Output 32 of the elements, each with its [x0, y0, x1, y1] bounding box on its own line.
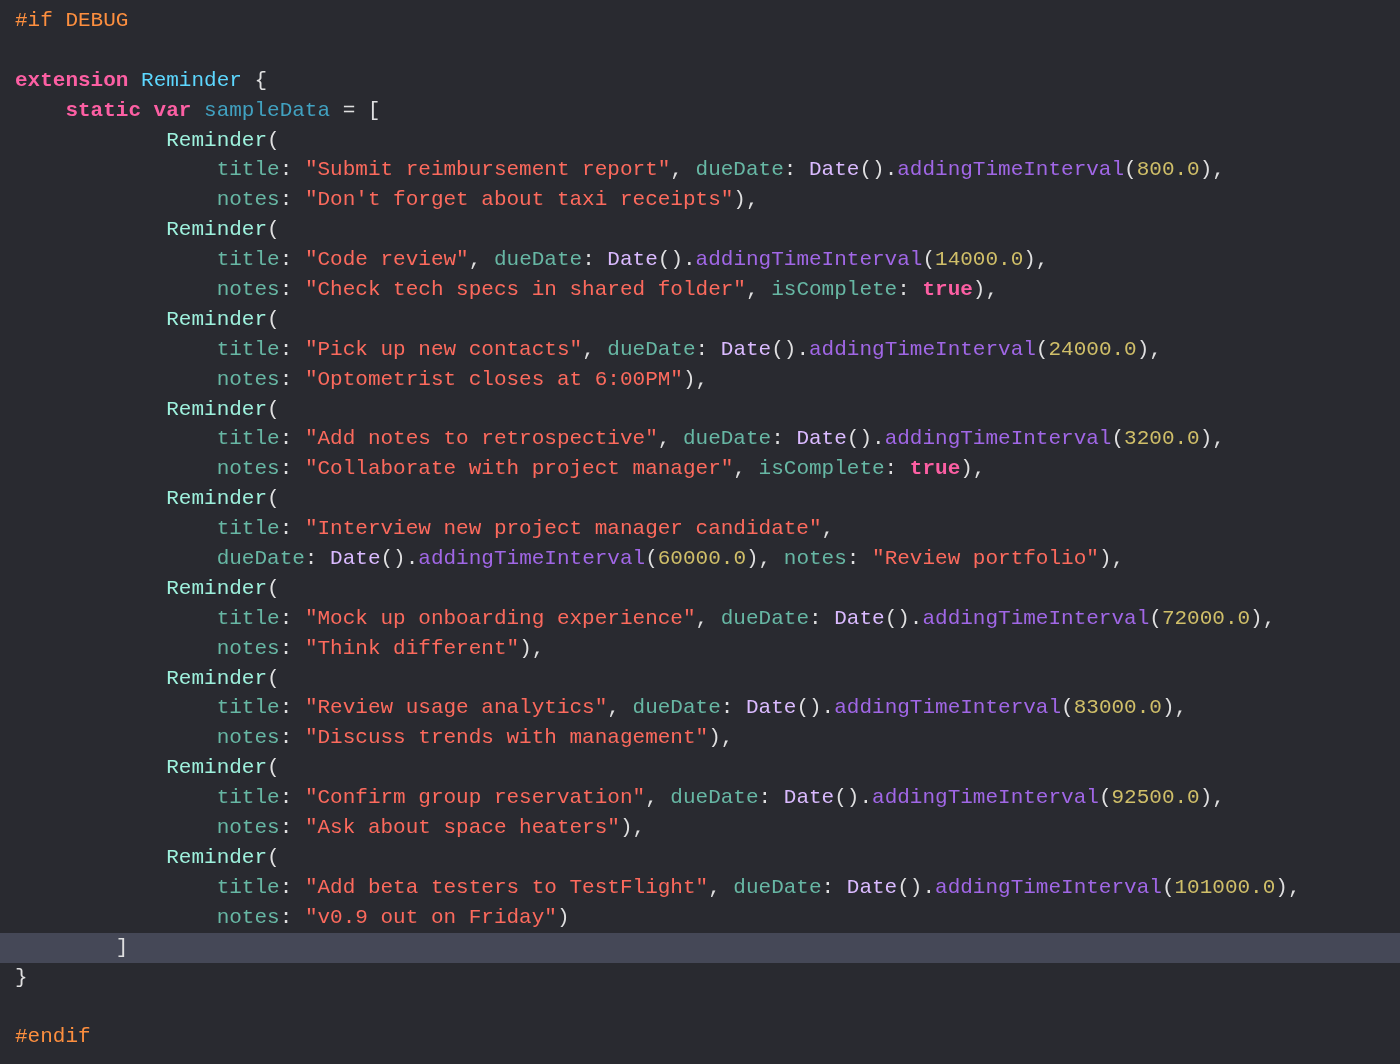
code-line: notes: "Check tech specs in shared folder", isComplete: true),	[215, 277, 1000, 303]
code-line: title: "Mock up onboarding experience", dueDate: Date().addingTimeInterval(72000.0),	[215, 605, 1277, 632]
code-line: Reminder(	[165, 486, 281, 513]
code-line: notes: "Discuss trends with management"),	[215, 725, 735, 752]
code-line: #endif	[14, 1024, 92, 1051]
code-line: Reminder(	[165, 575, 281, 602]
code-line: notes: "Think different"),	[215, 635, 546, 662]
code-line: Reminder(	[165, 755, 281, 782]
code-line: Reminder(	[165, 844, 281, 871]
code-line: Reminder(	[165, 127, 281, 154]
code-line: notes: "Don't forget about taxi receipts"),	[215, 187, 760, 214]
code-line: notes: "v0.9 out on Friday")	[215, 904, 571, 931]
code-line: title: "Add notes to retrospective", dueDate: Date().addingTimeInterval(3200.0),	[215, 426, 1226, 453]
code-line: Reminder(	[165, 306, 281, 333]
code-line: dueDate: Date().addingTimeInterval(60000.0), notes: "Review portfolio"),	[215, 546, 1126, 573]
code-line: notes: "Collaborate with project manager", isComplete: true),	[215, 456, 987, 483]
code-line: Reminder(	[165, 396, 281, 423]
code-line: title: "Submit reimbursement report", dueDate: Date().addingTimeInterval(800.0),	[215, 157, 1226, 184]
code-line: title: "Pick up new contacts", dueDate: Date().addingTimeInterval(24000.0),	[215, 336, 1163, 363]
code-line: title: "Review usage analytics", dueDate: Date().addingTimeInterval(83000.0),	[215, 695, 1189, 722]
code-line: }	[14, 964, 29, 991]
code-line: title: "Add beta testers to TestFlight", dueDate: Date().addingTimeInterval(101000.0),	[215, 874, 1302, 901]
code-line: notes: "Optometrist closes at 6:00PM"),	[215, 366, 710, 393]
code-line: extension Reminder {	[14, 67, 269, 94]
code-line: notes: "Ask about space heaters"),	[215, 815, 647, 842]
code-line: title: "Interview new project manager candidate",	[215, 516, 836, 543]
code-line: title: "Code review", dueDate: Date().addingTimeInterval(14000.0),	[215, 247, 1050, 274]
code-line: #if DEBUG	[14, 8, 130, 34]
code-line: Reminder(	[165, 665, 281, 692]
code-line: Reminder(	[165, 217, 281, 244]
code-line: static var sampleData = [	[64, 97, 382, 124]
code-line: title: "Confirm group reservation", dueDate: Date().addingTimeInterval(92500.0),	[215, 785, 1226, 812]
